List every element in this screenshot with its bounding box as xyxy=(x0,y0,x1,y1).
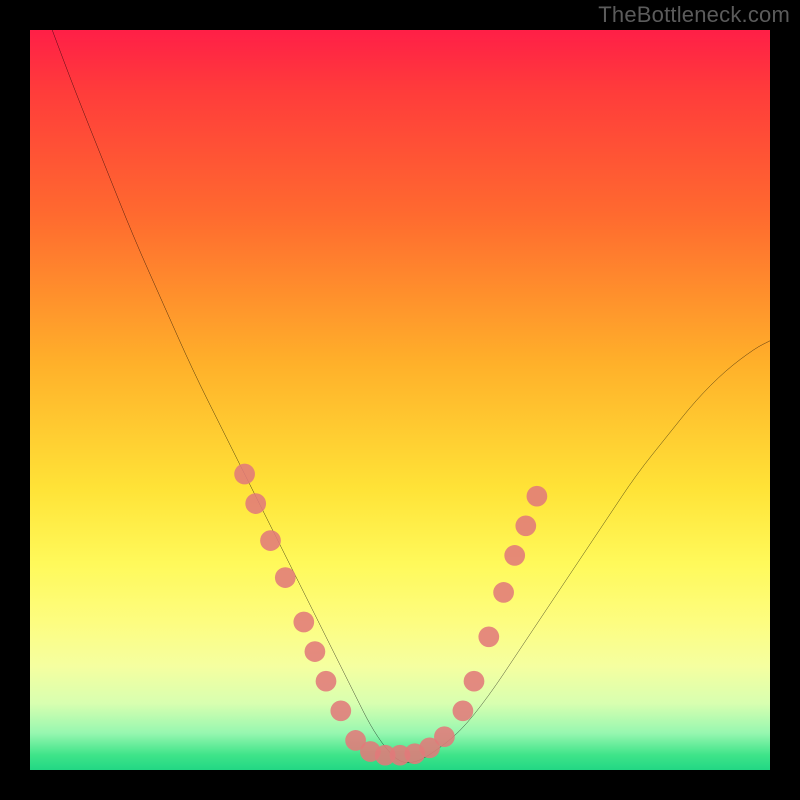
curve-marker xyxy=(245,493,266,514)
curve-marker xyxy=(305,641,326,662)
curve-marker xyxy=(316,671,337,692)
curve-marker xyxy=(493,582,514,603)
curve-marker xyxy=(260,530,281,551)
curve-marker xyxy=(464,671,485,692)
curve-marker xyxy=(527,486,548,507)
curve-marker xyxy=(478,626,499,647)
curve-marker xyxy=(330,700,351,721)
plot-area xyxy=(30,30,770,770)
watermark-text: TheBottleneck.com xyxy=(598,2,790,28)
curve-marker xyxy=(234,464,255,485)
curve-marker xyxy=(275,567,296,588)
chart-frame: TheBottleneck.com xyxy=(0,0,800,800)
curve-marker xyxy=(453,700,474,721)
bottleneck-curve xyxy=(52,30,770,763)
curve-marker xyxy=(504,545,525,566)
curve-marker xyxy=(434,726,455,747)
curve-marker xyxy=(293,612,314,633)
curve-marker xyxy=(515,515,536,536)
chart-svg xyxy=(30,30,770,770)
marker-group xyxy=(234,464,547,766)
